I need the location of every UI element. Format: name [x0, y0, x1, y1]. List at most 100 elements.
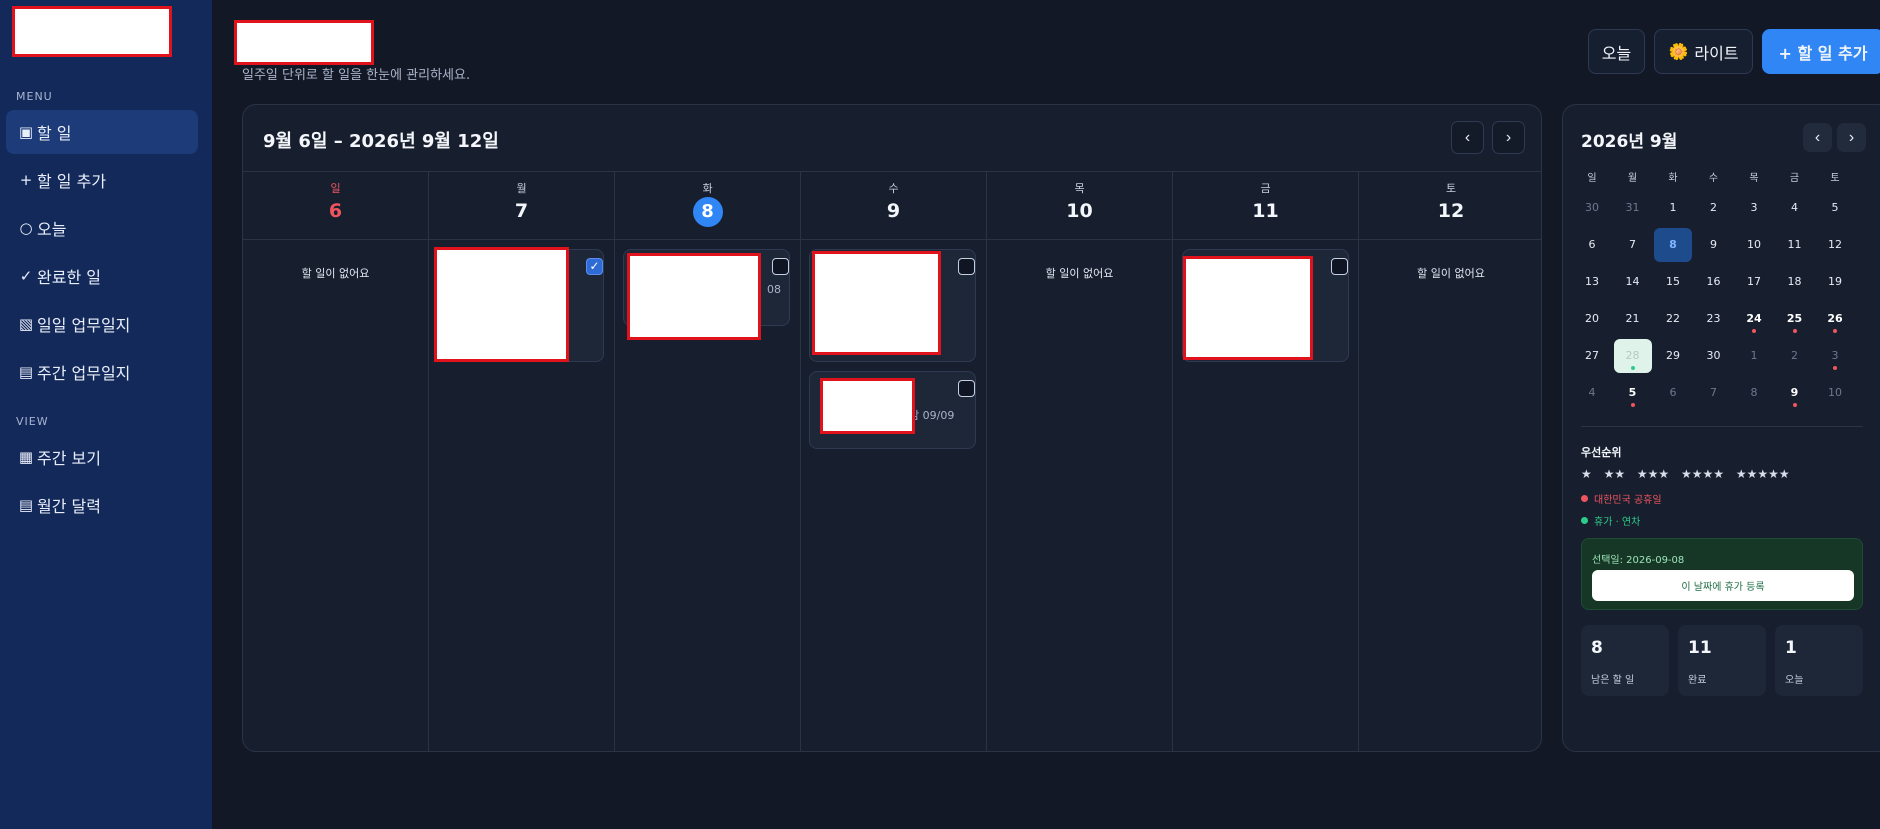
calendar-day[interactable]: 5 — [1614, 376, 1652, 410]
mini-calendar-title: 2026년 9월 — [1581, 132, 1678, 152]
calendar-day[interactable]: 10 — [1735, 228, 1773, 262]
calendar-day[interactable]: 6 — [1654, 376, 1692, 410]
day-column-tue[interactable]: 화 8 08 — [615, 172, 801, 751]
sidebar-item-today[interactable]: ○ 오늘 — [6, 206, 198, 250]
calendar-day-number: 15 — [1666, 275, 1680, 288]
holiday-dot-icon — [1752, 329, 1756, 333]
calendar-day[interactable]: 18 — [1776, 265, 1814, 299]
day-number: 11 — [1252, 200, 1279, 222]
calendar-day[interactable]: 10 — [1816, 376, 1854, 410]
calendar-day[interactable]: 26 — [1816, 302, 1854, 336]
calendar-day[interactable]: 3 — [1735, 191, 1773, 225]
calendar-day[interactable]: 8 — [1735, 376, 1773, 410]
calendar-day[interactable]: 7 — [1614, 228, 1652, 262]
calendar-day[interactable]: 4 — [1776, 191, 1814, 225]
day-column-sat[interactable]: 토 12 할 일이 없어요 — [1359, 172, 1541, 751]
weekly-log-icon: ▤ — [18, 363, 34, 381]
calendar-day[interactable]: 30 — [1695, 339, 1733, 373]
weekday-header: 월 — [1627, 173, 1638, 184]
sidebar-item-label: 주간 보기 — [37, 449, 101, 468]
month-next-button[interactable]: › — [1837, 123, 1866, 152]
week-prev-button[interactable]: ‹ — [1451, 121, 1484, 154]
task-content-redacted — [820, 378, 915, 434]
sidebar-item-label: 월간 달력 — [37, 497, 101, 516]
calendar-day[interactable]: 25 — [1776, 302, 1814, 336]
add-todo-button[interactable]: + 할 일 추가 — [1762, 29, 1880, 74]
sidebar-item-weekly-log[interactable]: ▤ 주간 업무일지 — [6, 350, 198, 394]
month-prev-button[interactable]: ‹ — [1803, 123, 1832, 152]
day-column-sun[interactable]: 일 6 할 일이 없어요 — [243, 172, 429, 751]
day-column-mon[interactable]: 월 7 ✓ — [429, 172, 615, 751]
calendar-day[interactable]: 9 — [1776, 376, 1814, 410]
sidebar-item-label: 할 일 추가 — [37, 172, 107, 191]
calendar-day[interactable]: 1 — [1654, 191, 1692, 225]
sidebar-item-month-calendar[interactable]: ▤ 월간 달력 — [6, 483, 198, 527]
task-content-redacted — [812, 251, 941, 355]
task-checkbox[interactable] — [958, 380, 975, 397]
calendar-day[interactable]: 8 — [1654, 228, 1692, 262]
calendar-day[interactable]: 29 — [1654, 339, 1692, 373]
calendar-day[interactable]: 19 — [1816, 265, 1854, 299]
calendar-day[interactable]: 9 — [1695, 228, 1733, 262]
week-next-button[interactable]: › — [1492, 121, 1525, 154]
calendar-day[interactable]: 16 — [1695, 265, 1733, 299]
day-column-wed[interactable]: 수 9 감 09/09 — [801, 172, 987, 751]
calendar-day[interactable]: 23 — [1695, 302, 1733, 336]
day-name: 월 — [516, 182, 527, 195]
task-checkbox-checked[interactable]: ✓ — [586, 258, 603, 275]
stat-number: 8 — [1591, 638, 1603, 658]
calendar-day[interactable]: 31 — [1614, 191, 1652, 225]
calendar-day-number: 14 — [1625, 275, 1640, 288]
calendar-day-number: 23 — [1706, 312, 1721, 325]
calendar-day[interactable]: 6 — [1573, 228, 1611, 262]
register-vacation-button[interactable]: 이 날짜에 휴가 등록 — [1592, 570, 1854, 601]
calendar-day-number: 10 — [1747, 238, 1761, 251]
calendar-day[interactable]: 15 — [1654, 265, 1692, 299]
calendar-day[interactable]: 27 — [1573, 339, 1611, 373]
day-number: 12 — [1437, 200, 1465, 222]
sidebar-item-daily-log[interactable]: ▧ 일일 업무일지 — [6, 302, 198, 346]
calendar-day[interactable]: 21 — [1614, 302, 1652, 336]
calendar-day-number: 19 — [1828, 275, 1842, 288]
weekday-header: 토 — [1830, 173, 1840, 184]
priority-title: 우선순위 — [1581, 446, 1622, 459]
calendar-day[interactable]: 12 — [1816, 228, 1854, 262]
calendar-day[interactable]: 2 — [1776, 339, 1814, 373]
calendar-day-number: 9 — [1710, 238, 1717, 251]
circle-icon: ○ — [19, 219, 33, 237]
calendar-day-number: 5 — [1831, 201, 1839, 214]
plus-icon: + — [19, 171, 33, 189]
sidebar-item-add-todo[interactable]: + 할 일 추가 — [6, 158, 198, 202]
calendar-day[interactable]: 7 — [1695, 376, 1733, 410]
calendar-day[interactable]: 20 — [1573, 302, 1611, 336]
calendar-day[interactable]: 5 — [1816, 191, 1854, 225]
calendar-day[interactable]: 2 — [1695, 191, 1733, 225]
task-checkbox[interactable] — [958, 258, 975, 275]
calendar-day[interactable]: 22 — [1654, 302, 1692, 336]
calendar-day[interactable]: 17 — [1735, 265, 1773, 299]
calendar-day[interactable]: 24 — [1735, 302, 1773, 336]
page-title-redacted — [234, 20, 374, 65]
today-button[interactable]: 오늘 — [1588, 29, 1645, 74]
calendar-day[interactable]: 30 — [1573, 191, 1611, 225]
empty-day-text: 할 일이 없어요 — [1417, 267, 1485, 280]
calendar-day[interactable]: 4 — [1573, 376, 1611, 410]
calendar-day[interactable]: 3 — [1816, 339, 1854, 373]
task-checkbox[interactable] — [1331, 258, 1348, 275]
calendar-day[interactable]: 11 — [1776, 228, 1814, 262]
calendar-day[interactable]: 1 — [1735, 339, 1773, 373]
theme-toggle-button[interactable]: 🌼 라이트 — [1654, 29, 1753, 74]
calendar-day-number: 17 — [1747, 275, 1761, 288]
day-column-thu[interactable]: 목 10 할 일이 없어요 — [987, 172, 1173, 751]
sidebar-item-week-view[interactable]: ▦ 주간 보기 — [6, 435, 198, 479]
sidebar-item-completed[interactable]: ✓ 완료한 일 — [6, 254, 198, 298]
task-checkbox[interactable] — [772, 258, 789, 275]
calendar-day[interactable]: 13 — [1573, 265, 1611, 299]
sidebar-item-todos[interactable]: ▣ 할 일 — [6, 110, 198, 154]
day-name: 토 — [1445, 182, 1457, 195]
stat-label: 완료 — [1688, 675, 1707, 686]
calendar-day[interactable]: 14 — [1614, 265, 1652, 299]
day-column-fri[interactable]: 금 11 — [1173, 172, 1359, 751]
holiday-dot-icon — [1833, 366, 1837, 370]
calendar-day[interactable]: 28 — [1613, 339, 1652, 373]
